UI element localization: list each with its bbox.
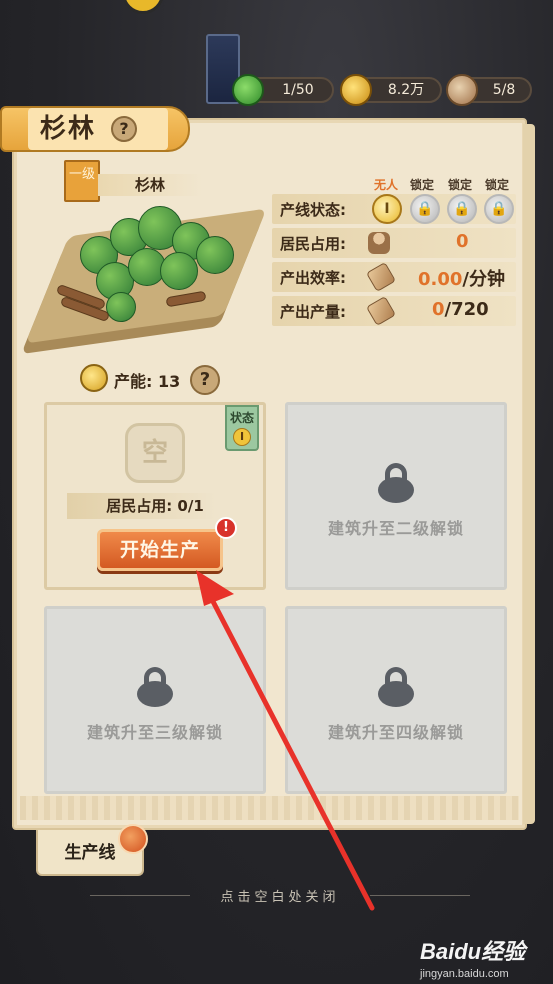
slot-head-1: 无人: [374, 178, 399, 192]
resource-residents: 1/50: [232, 74, 334, 106]
resident-icon: [368, 232, 390, 254]
slot-head-3: 锁定: [448, 178, 473, 192]
page-title: 杉林: [40, 114, 97, 144]
building-name: 杉林: [98, 174, 202, 196]
watermark: Baidu经验 jingyan.baidu.com: [420, 939, 526, 980]
tree-icon: [196, 236, 234, 274]
empty-slot-icon: 空: [125, 423, 185, 483]
tab-badge-icon: [118, 824, 148, 854]
lock-icon: [378, 463, 414, 503]
coin-icon: [340, 74, 372, 106]
production-line-2-locked[interactable]: 建筑升至二级解锁: [285, 402, 507, 590]
slot-1-status[interactable]: I: [372, 194, 402, 224]
slot-3-lock-icon[interactable]: 🔒: [447, 194, 477, 224]
output-value: 0/720: [432, 299, 489, 320]
residents-row: 居民占用:: [272, 228, 516, 258]
slot-head-4: 锁定: [485, 178, 510, 192]
slot-4-lock-icon[interactable]: 🔒: [484, 194, 514, 224]
capacity-bag-icon: [80, 364, 108, 392]
close-hint[interactable]: 点击空白处关闭: [90, 886, 470, 905]
capacity-help-button[interactable]: ?: [190, 365, 220, 395]
forest-building-image: [25, 196, 267, 346]
alert-badge-icon: !: [215, 517, 237, 539]
line-state-number: I: [233, 428, 251, 446]
lock-icon: [378, 667, 414, 707]
title-help-button[interactable]: ?: [111, 116, 137, 142]
production-line-4-locked[interactable]: 建筑升至四级解锁: [285, 606, 507, 794]
line-occupancy: 居民占用: 0/1: [67, 493, 243, 519]
panel-edge: [523, 124, 535, 824]
start-production-button[interactable]: 开始生产: [97, 529, 223, 571]
resource-coins: 8.2万: [340, 74, 442, 106]
slot-head-2: 锁定: [410, 178, 435, 192]
residents-value: 0: [456, 231, 469, 252]
efficiency-value: 0.00/分钟: [418, 269, 505, 290]
tree-icon: [160, 252, 198, 290]
panel-bottom-border: [20, 796, 519, 820]
tree-icon: [106, 292, 136, 322]
production-line-1[interactable]: 空 状态 I 居民占用: 0/1 开始生产 !: [44, 402, 266, 590]
lock-icon: [137, 667, 173, 707]
slot-2-lock-icon[interactable]: 🔒: [410, 194, 440, 224]
wood-resource-icon: [446, 74, 478, 106]
resource-wood: 5/8: [446, 74, 532, 106]
production-line-3-locked[interactable]: 建筑升至三级解锁: [44, 606, 266, 794]
resident-resource-icon: [232, 74, 264, 106]
line-state-tag: 状态 I: [225, 405, 259, 451]
